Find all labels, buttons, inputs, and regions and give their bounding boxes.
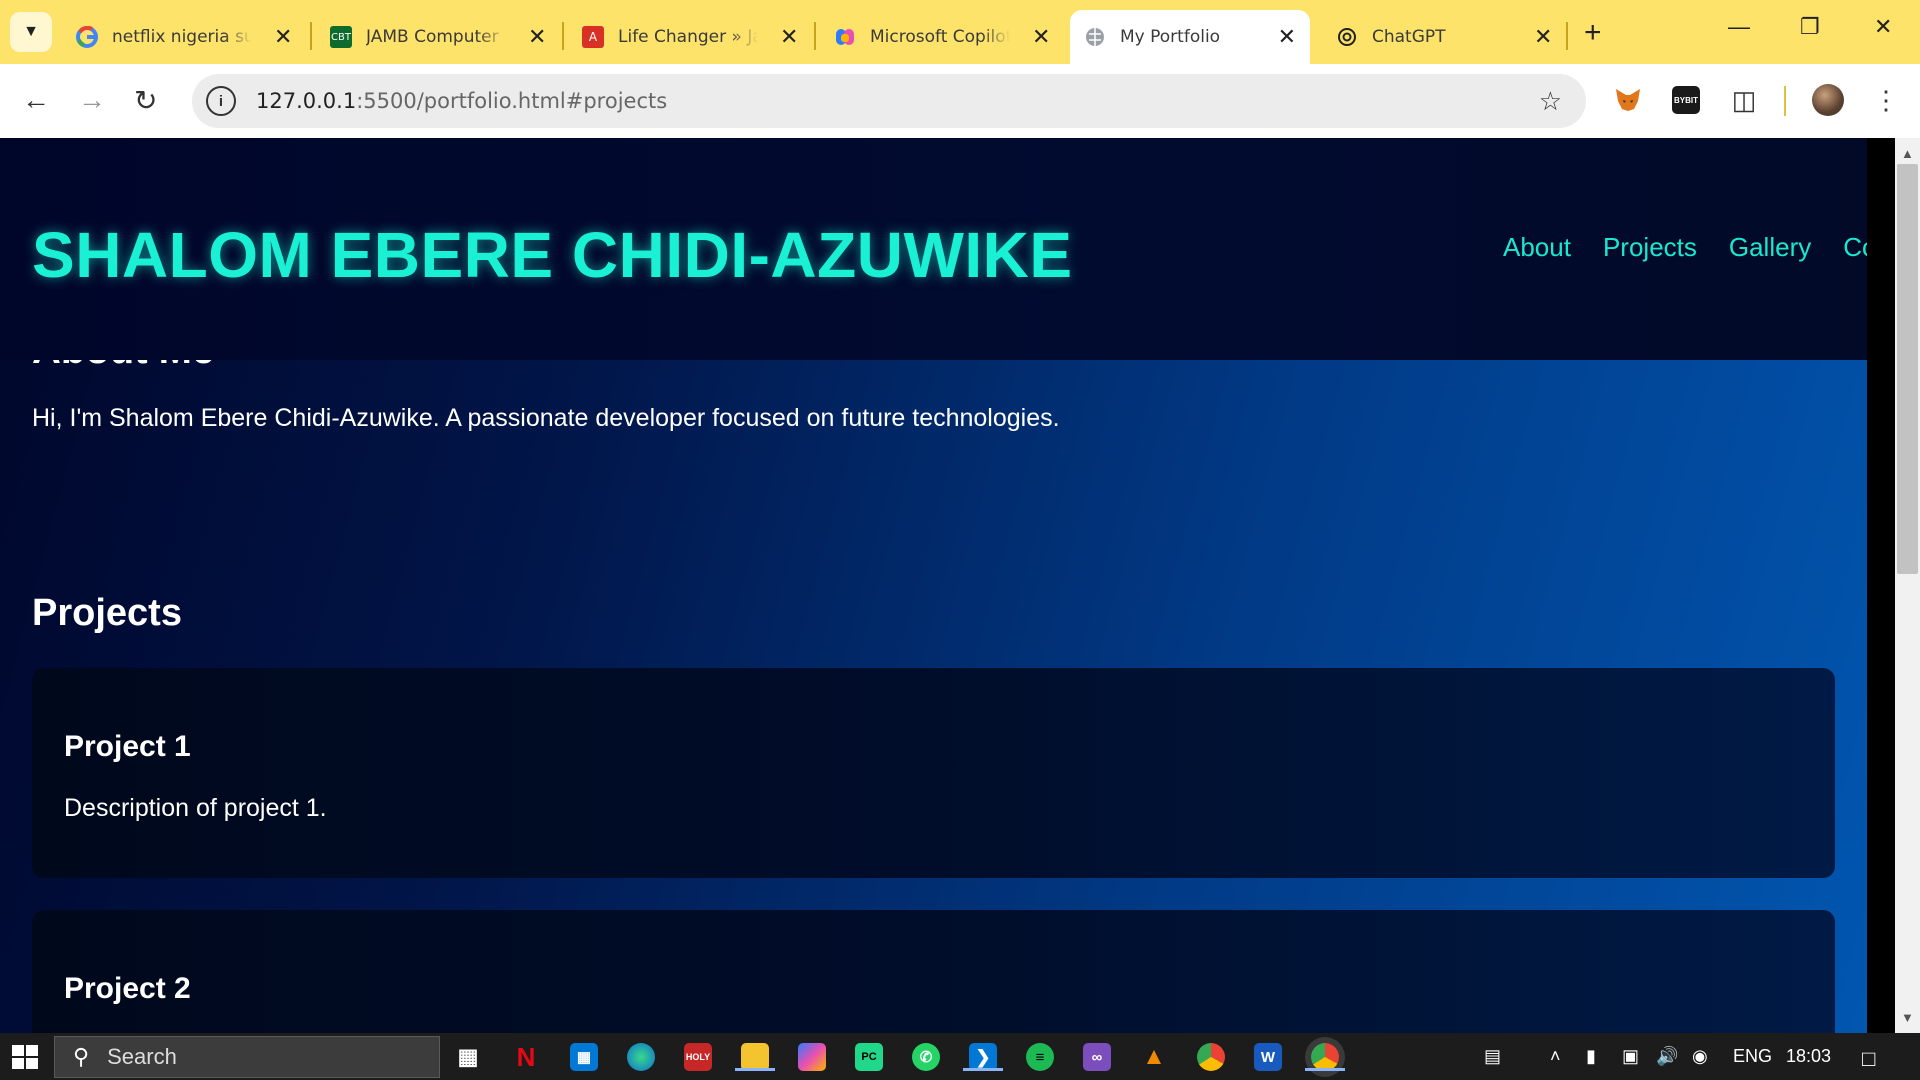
reload-icon[interactable]: ↻ bbox=[134, 84, 157, 117]
tab-search-button[interactable]: ▼ bbox=[10, 12, 52, 52]
nav-link-projects[interactable]: Projects bbox=[1603, 232, 1697, 263]
close-icon[interactable]: ✕ bbox=[780, 25, 798, 50]
minimize-icon[interactable]: — bbox=[1728, 14, 1750, 40]
metamask-fox-icon[interactable] bbox=[1612, 84, 1644, 116]
scroll-up-arrow-icon[interactable]: ▲ bbox=[1901, 146, 1914, 161]
spotify-icon[interactable]: ≡ bbox=[1026, 1043, 1054, 1071]
close-window-icon[interactable]: ✕ bbox=[1874, 14, 1892, 40]
copilot-icon[interactable] bbox=[798, 1043, 826, 1071]
project-title: Project 1 bbox=[64, 730, 191, 763]
word-icon[interactable]: W bbox=[1254, 1043, 1282, 1071]
news-widget-icon[interactable]: ▤ bbox=[1484, 1046, 1501, 1067]
task-view-icon[interactable]: ▦ bbox=[454, 1043, 482, 1071]
tab-title: Microsoft Copilot: bbox=[870, 27, 1010, 47]
close-icon[interactable]: ✕ bbox=[528, 25, 546, 50]
more-menu-icon[interactable]: ⋮ bbox=[1870, 84, 1902, 116]
search-icon: ⚲ bbox=[73, 1044, 90, 1069]
projects-heading: Projects bbox=[32, 592, 182, 634]
address-bar[interactable]: i 127.0.0.1:5500/portfolio.html#projects… bbox=[192, 74, 1586, 128]
nav-link-gallery[interactable]: Gallery bbox=[1729, 232, 1811, 263]
windows-start-icon[interactable] bbox=[12, 1045, 38, 1069]
bible-app-icon[interactable]: HOLY bbox=[684, 1043, 712, 1071]
show-hidden-icons-chevron-icon[interactable]: ˄ bbox=[1550, 1046, 1561, 1067]
taskbar-search-input[interactable]: ⚲ Search bbox=[54, 1036, 440, 1078]
microsoft-store-icon[interactable]: ▦ bbox=[570, 1043, 598, 1071]
close-icon[interactable]: ✕ bbox=[274, 25, 292, 50]
cbt-icon: CBT bbox=[330, 26, 352, 48]
whatsapp-icon[interactable]: ✆ bbox=[912, 1043, 940, 1071]
search-placeholder: Search bbox=[107, 1044, 177, 1069]
chatgpt-icon bbox=[1336, 26, 1358, 48]
tab-jamb[interactable]: CBT JAMB Computer B ✕ bbox=[316, 10, 560, 64]
tab-life-changer[interactable]: A Life Changer » Jam ✕ bbox=[568, 10, 812, 64]
tab-title: My Portfolio bbox=[1120, 27, 1221, 47]
about-text: Hi, I'm Shalom Ebere Chidi-Azuwike. A pa… bbox=[32, 404, 1060, 432]
tab-divider bbox=[1566, 22, 1568, 50]
tab-strip: ▼ netflix nigeria sub ✕ CBT JAMB Compute… bbox=[0, 0, 1920, 64]
edge-icon[interactable] bbox=[627, 1043, 655, 1071]
visual-studio-icon[interactable]: ∞ bbox=[1083, 1043, 1111, 1071]
tab-title: ChatGPT bbox=[1372, 27, 1446, 47]
tab-title: Life Changer » Jam bbox=[618, 27, 758, 47]
tab-divider bbox=[310, 22, 312, 50]
tab-title: JAMB Computer B bbox=[366, 27, 506, 47]
toolbar-divider bbox=[1784, 86, 1786, 116]
nav-link-about[interactable]: About bbox=[1503, 232, 1571, 263]
page-viewport: SHALOM EBERE CHIDI-AZUWIKE About Project… bbox=[0, 138, 1867, 1033]
close-icon[interactable]: ✕ bbox=[1278, 25, 1296, 50]
tab-netflix[interactable]: netflix nigeria sub ✕ bbox=[62, 10, 306, 64]
tab-my-portfolio[interactable]: My Portfolio ✕ bbox=[1070, 10, 1310, 64]
close-icon[interactable]: ✕ bbox=[1534, 25, 1552, 50]
netflix-icon[interactable]: N bbox=[512, 1042, 540, 1072]
project-card: Project 1 Description of project 1. bbox=[32, 668, 1835, 878]
profile-avatar[interactable] bbox=[1812, 84, 1844, 116]
close-icon[interactable]: ✕ bbox=[1032, 25, 1050, 50]
project-title: Project 2 bbox=[64, 972, 191, 1005]
tab-chatgpt[interactable]: ChatGPT ✕ bbox=[1322, 10, 1566, 64]
volume-icon[interactable]: 🔊 bbox=[1656, 1046, 1678, 1067]
pycharm-icon[interactable]: PC bbox=[855, 1043, 883, 1071]
extensions-puzzle-icon[interactable]: ◫ bbox=[1728, 84, 1760, 116]
project-description: Description of project 1. bbox=[64, 794, 327, 822]
browser-toolbar: ← → ↻ i 127.0.0.1:5500/portfolio.html#pr… bbox=[0, 64, 1920, 138]
restore-icon[interactable]: ❐ bbox=[1800, 14, 1820, 40]
taskbar: ⚲ Search ▦ N ▦ HOLY PC ✆ ❯ ≡ ∞ ▲ W ▤ ˄ ▮… bbox=[0, 1033, 1920, 1080]
chevron-down-icon: ▼ bbox=[23, 23, 39, 40]
tab-copilot[interactable]: Microsoft Copilot: ✕ bbox=[820, 10, 1064, 64]
url-text[interactable]: 127.0.0.1:5500/portfolio.html#projects bbox=[256, 89, 667, 113]
tab-title: netflix nigeria sub bbox=[112, 27, 252, 47]
bookmark-star-icon[interactable]: ☆ bbox=[1539, 86, 1562, 117]
bybit-icon[interactable]: BYBIT bbox=[1670, 84, 1702, 116]
scroll-down-arrow-icon[interactable]: ▼ bbox=[1901, 1010, 1914, 1025]
pdf-icon: A bbox=[582, 26, 604, 48]
tab-divider bbox=[562, 22, 564, 50]
vlc-icon[interactable]: ▲ bbox=[1140, 1043, 1168, 1071]
battery-icon[interactable]: ▮ bbox=[1586, 1046, 1596, 1067]
back-arrow-icon[interactable]: ← bbox=[22, 84, 50, 116]
forward-arrow-icon[interactable]: → bbox=[78, 84, 106, 116]
vscode-icon[interactable]: ❯ bbox=[963, 1043, 1003, 1071]
nav-link-contact[interactable]: Conta bbox=[1843, 232, 1867, 263]
meet-now-icon[interactable]: ▣ bbox=[1622, 1046, 1639, 1067]
info-icon[interactable]: i bbox=[206, 86, 236, 116]
network-globe-icon[interactable]: ◉ bbox=[1692, 1046, 1708, 1067]
site-title: SHALOM EBERE CHIDI-AZUWIKE bbox=[32, 219, 1073, 291]
project-card: Project 2 bbox=[32, 910, 1835, 1033]
notifications-icon[interactable]: □ bbox=[1862, 1046, 1875, 1072]
chrome-icon[interactable] bbox=[1197, 1043, 1225, 1071]
copilot-icon bbox=[834, 26, 856, 48]
clock[interactable]: 18:03 bbox=[1786, 1046, 1831, 1067]
site-header: SHALOM EBERE CHIDI-AZUWIKE About Project… bbox=[0, 138, 1867, 360]
google-icon bbox=[76, 26, 98, 48]
language-indicator[interactable]: ENG bbox=[1733, 1046, 1772, 1067]
new-tab-icon[interactable]: + bbox=[1584, 16, 1602, 50]
chrome-active-icon[interactable] bbox=[1305, 1043, 1345, 1071]
file-explorer-icon[interactable] bbox=[735, 1043, 775, 1071]
site-nav: About Projects Gallery Conta bbox=[1503, 232, 1867, 263]
tab-divider bbox=[814, 22, 816, 50]
scrollbar-thumb[interactable] bbox=[1897, 164, 1918, 574]
globe-icon bbox=[1084, 26, 1106, 48]
